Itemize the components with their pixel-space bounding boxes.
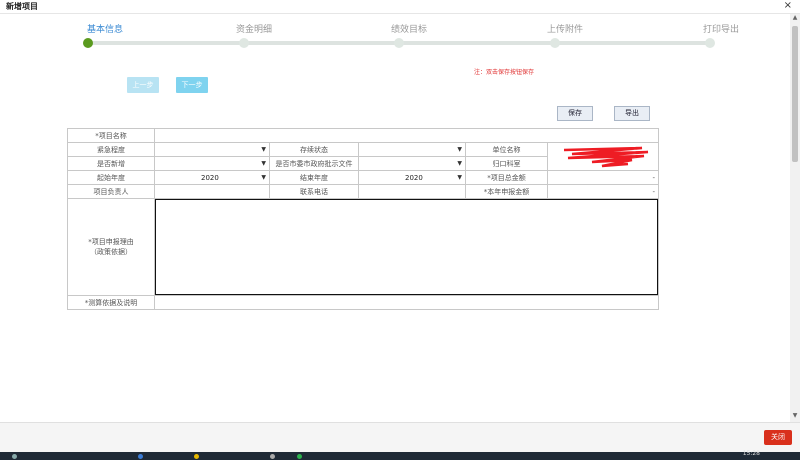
start-year-value: 2020	[201, 174, 219, 182]
settings-icon[interactable]	[270, 454, 275, 459]
save-button[interactable]: 保存	[557, 106, 593, 121]
basis-label: *测算依据及说明	[67, 295, 155, 310]
start-year-label: 起始年度	[67, 170, 155, 185]
owner-label: 项目负责人	[67, 184, 155, 199]
folder-icon[interactable]	[194, 454, 199, 459]
this-year-amount-value: -	[546, 184, 660, 199]
redaction-scribble	[563, 146, 649, 168]
prev-step-button[interactable]: 上一步	[127, 77, 159, 93]
dept-label: 归口科室	[465, 156, 548, 171]
step-dot-1	[83, 38, 93, 48]
basis-textarea[interactable]	[153, 295, 660, 310]
this-year-amount-label: *本年申报金额	[465, 184, 548, 199]
urgency-label: 紧急程度	[67, 142, 155, 157]
end-year-select[interactable]: 2020 ▼	[358, 170, 466, 185]
save-hint-note: 注：双击保存按钮保存	[474, 69, 535, 76]
owner-input[interactable]	[154, 184, 270, 199]
total-amount-label: *项目总金额	[465, 170, 548, 185]
step-dot-2	[239, 38, 249, 48]
progress-stepper: 基本信息 资金明细 绩效目标 上传附件 打印导出	[0, 14, 790, 54]
end-year-value: 2020	[405, 174, 423, 182]
step-upload-attachments[interactable]: 上传附件	[525, 22, 605, 35]
step-dot-3	[394, 38, 404, 48]
chevron-down-icon: ▼	[457, 174, 462, 181]
continuation-select[interactable]: ▼	[358, 142, 466, 157]
reason-textarea[interactable]	[155, 199, 659, 295]
gov-doc-label: 是否市委市政府批示文件	[269, 156, 359, 171]
project-form-table: *项目名称 紧急程度 ▼ 存续状态 ▼ 单位名称 是否新增 ▼ 是否市委市政府批…	[67, 128, 660, 310]
step-dot-5	[705, 38, 715, 48]
phone-input[interactable]	[358, 184, 466, 199]
reason-label: *项目申报理由 （政策依据）	[67, 198, 155, 296]
close-button[interactable]: 关闭	[764, 430, 792, 445]
step-dot-4	[550, 38, 560, 48]
step-performance-goals[interactable]: 绩效目标	[369, 22, 449, 35]
os-taskbar: 15:28	[0, 450, 800, 460]
dialog-footer: 关闭	[0, 422, 800, 452]
window-titlebar: 新增项目 ×	[0, 0, 800, 14]
chevron-down-icon: ▼	[261, 160, 266, 167]
browser-icon[interactable]	[138, 454, 143, 459]
unit-name-value	[546, 142, 660, 171]
taskbar-clock: 15:28	[742, 450, 760, 457]
scroll-thumb[interactable]	[792, 26, 798, 162]
chevron-down-icon: ▼	[457, 146, 462, 153]
chevron-down-icon: ▼	[261, 174, 266, 181]
continuation-label: 存续状态	[269, 142, 359, 157]
gov-doc-select[interactable]: ▼	[358, 156, 466, 171]
vertical-scrollbar[interactable]: ▲ ▼	[790, 14, 800, 422]
app-icon[interactable]	[297, 454, 302, 459]
step-fund-details[interactable]: 资金明细	[214, 22, 294, 35]
reason-textarea-cell	[153, 198, 660, 296]
end-year-label: 结束年度	[269, 170, 359, 185]
close-icon[interactable]: ×	[784, 0, 792, 11]
export-button[interactable]: 导出	[614, 106, 650, 121]
phone-label: 联系电话	[269, 184, 359, 199]
step-print-export[interactable]: 打印导出	[681, 22, 761, 35]
scroll-down-icon[interactable]: ▼	[790, 412, 800, 422]
chevron-down-icon: ▼	[261, 146, 266, 153]
step-basic-info[interactable]: 基本信息	[65, 22, 145, 35]
window-title: 新增项目	[6, 2, 38, 11]
start-icon[interactable]	[12, 454, 17, 459]
urgency-select[interactable]: ▼	[154, 142, 270, 157]
unit-name-label: 单位名称	[465, 142, 548, 157]
next-step-button[interactable]: 下一步	[176, 77, 208, 93]
is-new-label: 是否新增	[67, 156, 155, 171]
total-amount-value: -	[546, 170, 660, 185]
project-name-input[interactable]	[153, 128, 660, 143]
project-name-label: *项目名称	[67, 128, 155, 143]
chevron-down-icon: ▼	[457, 160, 462, 167]
scroll-up-icon[interactable]: ▲	[790, 14, 800, 24]
is-new-select[interactable]: ▼	[154, 156, 270, 171]
start-year-select[interactable]: 2020 ▼	[154, 170, 270, 185]
